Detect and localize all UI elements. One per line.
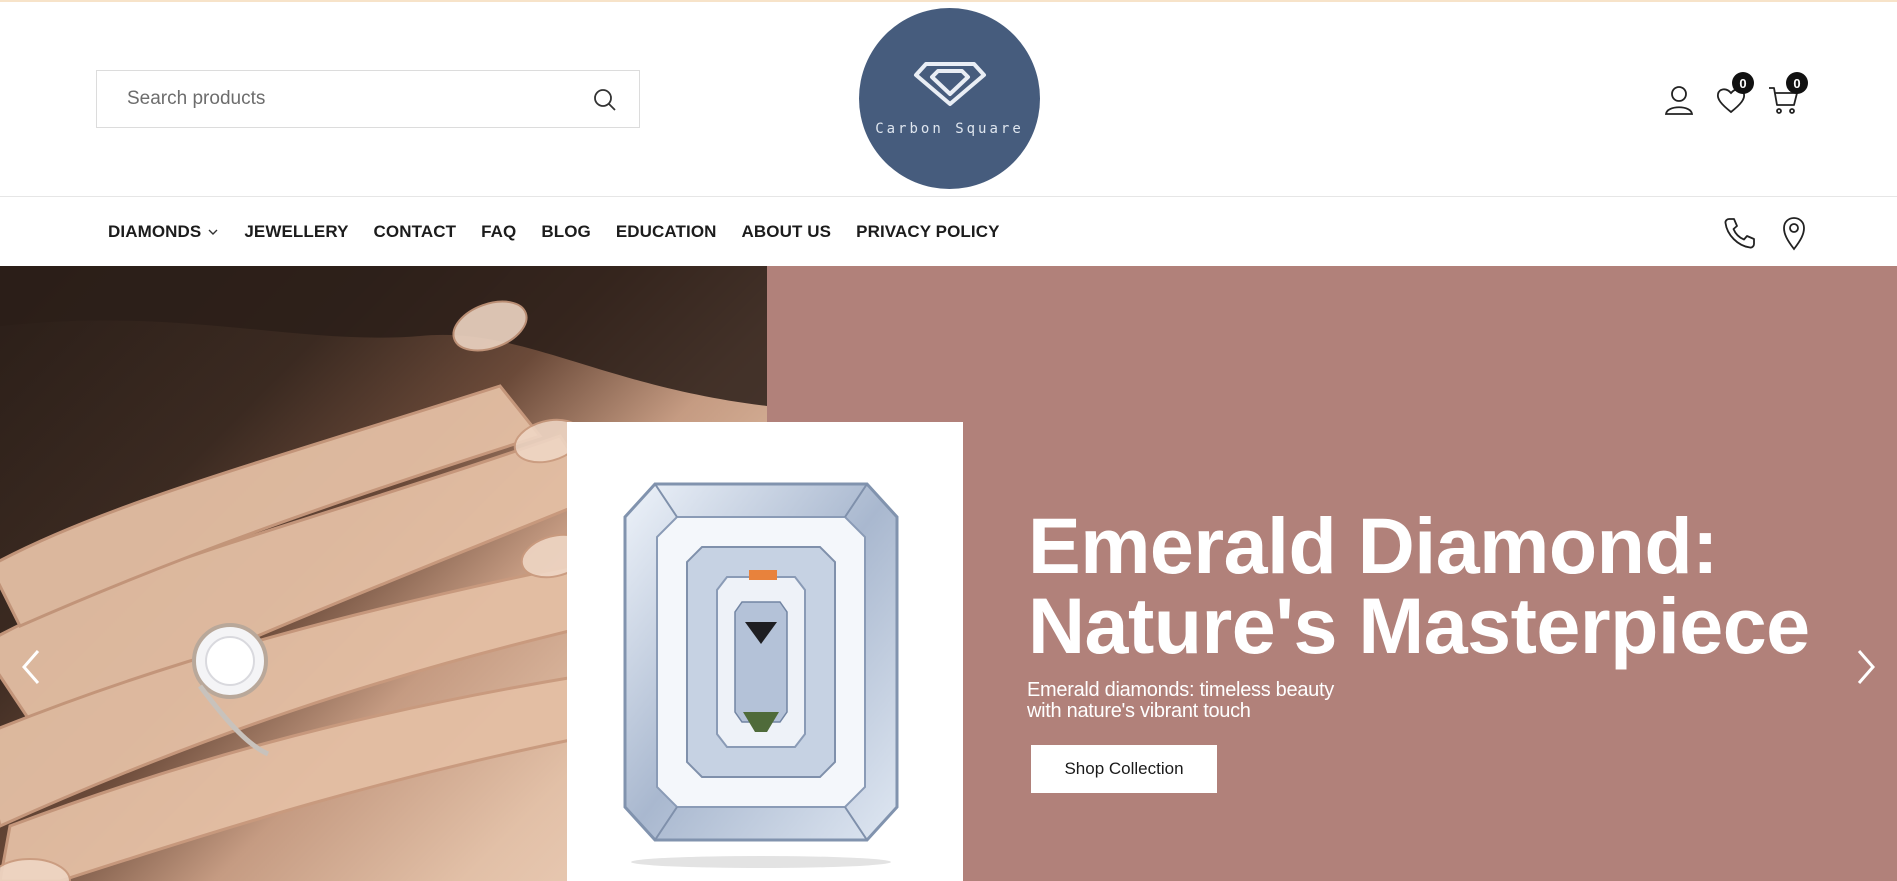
phone-icon[interactable] <box>1720 213 1760 253</box>
main-navigation: DIAMONDS JEWELLERY CONTACT FAQ BLOG EDUC… <box>0 196 1897 266</box>
nav-item-label: DIAMONDS <box>108 222 202 241</box>
nav-item-blog[interactable]: BLOG <box>541 222 591 242</box>
hero-title: Emerald Diamond: Nature's Masterpiece <box>1028 506 1848 666</box>
location-pin-icon[interactable] <box>1774 213 1814 253</box>
shop-collection-button[interactable]: Shop Collection <box>1031 745 1217 793</box>
nav-item-diamonds[interactable]: DIAMONDS <box>108 222 219 242</box>
nav-item-label: BLOG <box>541 222 591 241</box>
user-account-icon[interactable] <box>1662 83 1696 117</box>
nav-item-label: ABOUT US <box>741 222 832 241</box>
hero-slider: Emerald Diamond: Nature's Masterpiece Em… <box>0 266 1897 881</box>
slider-prev-arrow-icon[interactable] <box>14 641 46 693</box>
hero-subtitle-line-1: Emerald diamonds: timeless beauty <box>1027 679 1334 701</box>
nav-item-faq[interactable]: FAQ <box>481 222 516 242</box>
nav-item-label: FAQ <box>481 222 517 241</box>
nav-item-label: EDUCATION <box>615 222 717 241</box>
nav-item-contact[interactable]: CONTACT <box>374 222 457 242</box>
slider-next-arrow-icon[interactable] <box>1851 641 1883 693</box>
cart-count-badge: 0 <box>1786 72 1808 94</box>
hero-subtitle-line-2: with nature's vibrant touch <box>1027 700 1251 722</box>
nav-item-about-us[interactable]: ABOUT US <box>742 222 832 242</box>
header-actions: 0 0 <box>0 72 1897 120</box>
hero-subtitle: Emerald diamonds: timeless beauty with n… <box>1027 680 1387 722</box>
chevron-down-icon <box>208 229 218 235</box>
brand-name: Carbon Square <box>875 120 1024 137</box>
nav-menu: DIAMONDS JEWELLERY CONTACT FAQ BLOG EDUC… <box>108 197 1025 267</box>
nav-item-label: PRIVACY POLICY <box>856 222 1000 241</box>
hero-title-line-2: Nature's Masterpiece <box>1028 581 1810 670</box>
site-header: Carbon Square 0 0 <box>0 2 1897 196</box>
nav-item-label: JEWELLERY <box>244 222 349 241</box>
nav-item-jewellery[interactable]: JEWELLERY <box>244 222 348 242</box>
nav-item-privacy-policy[interactable]: PRIVACY POLICY <box>856 222 999 242</box>
nav-item-label: CONTACT <box>373 222 457 241</box>
nav-item-education[interactable]: EDUCATION <box>616 222 717 242</box>
hero-title-line-1: Emerald Diamond: <box>1028 501 1718 590</box>
emerald-diamond-image <box>567 422 963 881</box>
wishlist-count-badge: 0 <box>1732 72 1754 94</box>
